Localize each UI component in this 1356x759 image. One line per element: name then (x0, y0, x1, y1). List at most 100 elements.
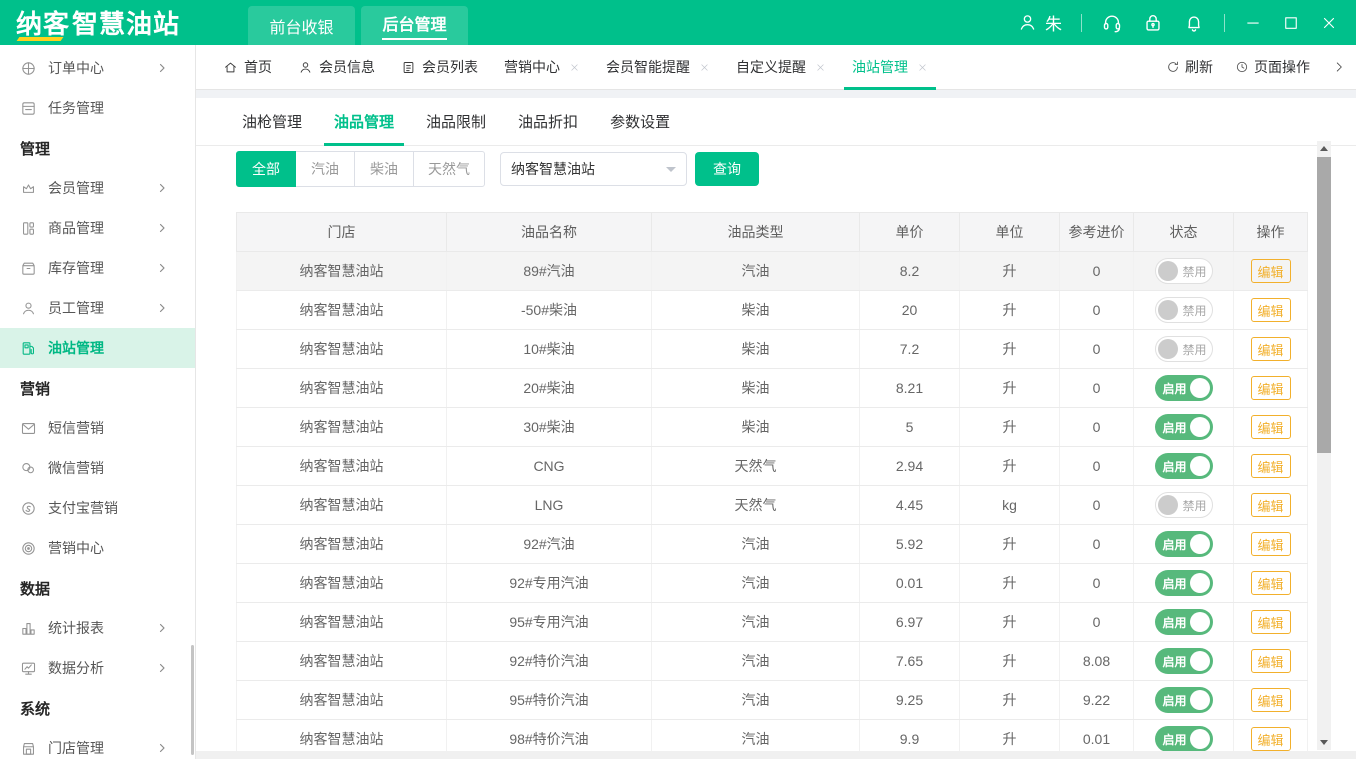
store-select[interactable]: 纳客智慧油站 (500, 152, 687, 186)
table-row: 纳客智慧油站 92#汽油 汽油 5.92 升 0 启用 编辑 (237, 525, 1308, 564)
table-row: 纳客智慧油站 10#柴油 柴油 7.2 升 0 禁用 编辑 (237, 330, 1308, 369)
sidebar-item-1[interactable]: 任务管理 (0, 88, 195, 128)
horizontal-scrollbar-track[interactable] (196, 751, 1356, 759)
window-minimize-button[interactable] (1244, 14, 1262, 32)
subtab-2[interactable]: 油品限制 (426, 98, 486, 145)
sidebar-item-5[interactable]: 库存管理 (0, 248, 195, 288)
close-icon[interactable] (815, 62, 826, 73)
status-toggle[interactable]: 禁用 (1155, 336, 1213, 362)
sidebar-item-3[interactable]: 会员管理 (0, 168, 195, 208)
cell-unit: 升 (960, 603, 1060, 642)
status-toggle[interactable]: 禁用 (1155, 258, 1213, 284)
status-toggle[interactable]: 启用 (1155, 648, 1213, 674)
toggle-knob (1158, 495, 1178, 515)
lock-button[interactable] (1142, 12, 1164, 34)
sidebar-item-6[interactable]: 员工管理 (0, 288, 195, 328)
status-toggle[interactable]: 启用 (1155, 414, 1213, 440)
edit-button[interactable]: 编辑 (1251, 259, 1291, 283)
status-toggle[interactable]: 禁用 (1155, 492, 1213, 518)
top-nav-tab-1[interactable]: 后台管理 (361, 6, 468, 45)
sidebar-item-14[interactable]: 统计报表 (0, 608, 195, 648)
window-maximize-button[interactable] (1282, 14, 1300, 32)
tab-6[interactable]: 油站管理 (839, 45, 941, 89)
subtab-1[interactable]: 油品管理 (334, 98, 394, 145)
cell-ref-price: 0 (1060, 447, 1134, 486)
edit-button[interactable]: 编辑 (1251, 298, 1291, 322)
cell-ref-price: 0 (1060, 525, 1134, 564)
tab-3[interactable]: 营销中心 (491, 45, 593, 89)
sidebar-item-17[interactable]: 门店管理 (0, 728, 195, 759)
edit-button[interactable]: 编辑 (1251, 610, 1291, 634)
content-scrollbar[interactable] (1317, 141, 1331, 750)
edit-button[interactable]: 编辑 (1251, 727, 1291, 751)
sidebar-item-11[interactable]: 支付宝营销 (0, 488, 195, 528)
status-toggle[interactable]: 启用 (1155, 609, 1213, 635)
query-button[interactable]: 查询 (695, 152, 759, 186)
refresh-icon (1166, 60, 1180, 74)
sidebar-scrollbar[interactable] (191, 645, 194, 755)
bell-button[interactable] (1183, 12, 1205, 34)
status-toggle[interactable]: 启用 (1155, 453, 1213, 479)
sms-icon (20, 420, 37, 437)
edit-button[interactable]: 编辑 (1251, 532, 1291, 556)
sidebar-item-4[interactable]: 商品管理 (0, 208, 195, 248)
edit-button[interactable]: 编辑 (1251, 454, 1291, 478)
edit-button[interactable]: 编辑 (1251, 415, 1291, 439)
close-icon[interactable] (917, 62, 928, 73)
close-icon[interactable] (699, 62, 710, 73)
status-toggle[interactable]: 启用 (1155, 726, 1213, 752)
subtab-4[interactable]: 参数设置 (610, 98, 670, 145)
clock-action[interactable]: 页面操作 (1235, 57, 1310, 77)
status-toggle[interactable]: 启用 (1155, 570, 1213, 596)
scroll-up-icon[interactable] (1317, 141, 1331, 156)
sidebar-item-12[interactable]: 营销中心 (0, 528, 195, 568)
scroll-down-icon[interactable] (1317, 735, 1331, 750)
table-row: 纳客智慧油站 -50#柴油 柴油 20 升 0 禁用 编辑 (237, 291, 1308, 330)
edit-button[interactable]: 编辑 (1251, 649, 1291, 673)
status-toggle[interactable]: 启用 (1155, 375, 1213, 401)
filter-type-2[interactable]: 柴油 (354, 151, 414, 187)
tab-4[interactable]: 会员智能提醒 (593, 45, 723, 89)
user-chip[interactable]: 朱 (1017, 10, 1062, 35)
status-toggle[interactable]: 启用 (1155, 687, 1213, 713)
minimize-icon (1244, 14, 1262, 32)
sidebar-item-10[interactable]: 微信营销 (0, 448, 195, 488)
scrollbar-thumb[interactable] (1317, 157, 1331, 453)
sidebar-item-15[interactable]: 数据分析 (0, 648, 195, 688)
headset-button[interactable] (1101, 12, 1123, 34)
cell-status: 启用 (1134, 564, 1234, 603)
status-toggle[interactable]: 启用 (1155, 531, 1213, 557)
sidebar-item-0[interactable]: 订单中心 (0, 48, 195, 88)
sidebar-item-9[interactable]: 短信营销 (0, 408, 195, 448)
sidebar-item-7[interactable]: 油站管理 (0, 328, 195, 368)
close-icon[interactable] (569, 62, 580, 73)
logo-accent-text: 纳客 (16, 4, 70, 41)
tab-0[interactable]: 首页 (210, 45, 285, 89)
filter-type-0[interactable]: 全部 (236, 151, 296, 187)
chart-icon (20, 620, 37, 637)
filter-type-1[interactable]: 汽油 (295, 151, 355, 187)
cell-type: 汽油 (652, 642, 860, 681)
filter-type-3[interactable]: 天然气 (413, 151, 485, 187)
toggle-knob (1158, 339, 1178, 359)
top-nav-tab-0[interactable]: 前台收银 (248, 6, 355, 45)
edit-button[interactable]: 编辑 (1251, 493, 1291, 517)
tab-1[interactable]: 会员信息 (285, 45, 388, 89)
subtab-0[interactable]: 油枪管理 (242, 98, 302, 145)
tab-5[interactable]: 自定义提醒 (723, 45, 839, 89)
subtab-3[interactable]: 油品折扣 (518, 98, 578, 145)
refresh-action[interactable]: 刷新 (1166, 57, 1213, 77)
cell-status: 启用 (1134, 447, 1234, 486)
edit-button[interactable]: 编辑 (1251, 376, 1291, 400)
table-row: 纳客智慧油站 CNG 天然气 2.94 升 0 启用 编辑 (237, 447, 1308, 486)
toggle-knob (1158, 261, 1178, 281)
window-close-button[interactable] (1320, 14, 1338, 32)
chevron-right-icon[interactable] (1332, 60, 1346, 74)
edit-button[interactable]: 编辑 (1251, 571, 1291, 595)
store-select-value: 纳客智慧油站 (511, 159, 595, 179)
tab-2[interactable]: 会员列表 (388, 45, 491, 89)
edit-button[interactable]: 编辑 (1251, 337, 1291, 361)
status-toggle[interactable]: 禁用 (1155, 297, 1213, 323)
edit-button[interactable]: 编辑 (1251, 688, 1291, 712)
inventory-icon (20, 260, 37, 277)
